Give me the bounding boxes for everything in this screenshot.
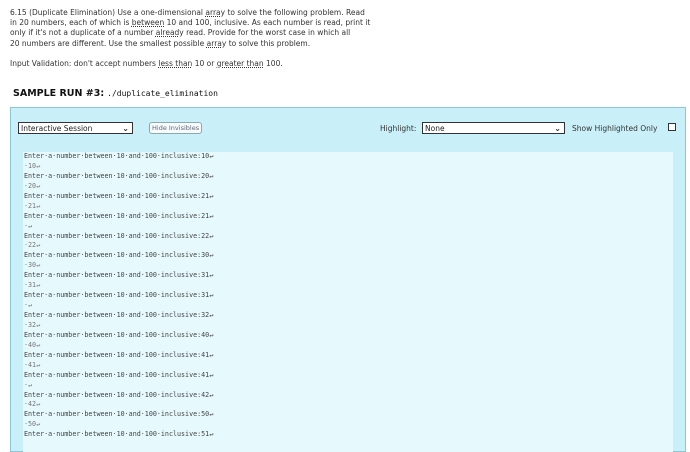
show-highlighted-only-checkbox[interactable]	[668, 123, 676, 131]
sample-run-title: SAMPLE RUN #3:	[13, 88, 105, 99]
problem-line: in 20 numbers, each of which is between …	[10, 18, 410, 28]
highlight-label: Highlight:	[380, 124, 417, 133]
terminal-echo-line: ·41↵	[24, 360, 41, 369]
sample-run-panel: Interactive Session ⌄ Hide Invisibles Hi…	[10, 107, 686, 452]
problem-line: 6.15 (Duplicate Elimination) Use a one-d…	[10, 8, 410, 18]
terminal-prompt-line: Enter·a·number·between·10·and·100·inclus…	[24, 171, 214, 180]
chevron-down-icon: ⌄	[122, 124, 129, 133]
problem-text: read. Provide for the worst case in whic…	[183, 28, 351, 38]
sample-run-toolbar: Interactive Session ⌄ Hide Invisibles Hi…	[11, 108, 685, 152]
validation-text: 10 or	[192, 59, 217, 68]
terminal-echo-line: ·40↵	[24, 340, 41, 349]
terminal-echo-line: ·10↵	[24, 161, 41, 170]
terminal-echo-line: ·↵	[24, 221, 33, 230]
terminal-echo-line: ·31↵	[24, 281, 41, 290]
problem-text: only if it's not a duplicate of a number	[10, 28, 156, 38]
validation-text: 100.	[263, 59, 283, 68]
terminal-echo-line: ·↵	[24, 301, 33, 310]
problem-line: only if it's not a duplicate of a number…	[10, 28, 410, 38]
problem-text: 20 numbers are different. Use the smalle…	[10, 38, 207, 48]
terminal-prompt-line: Enter·a·number·between·10·and·100·inclus…	[24, 291, 214, 300]
terminal-output[interactable]: Enter·a·number·between·10·and·100·inclus…	[23, 152, 673, 452]
terminal-prompt-line: Enter·a·number·between·10·and·100·inclus…	[24, 311, 214, 319]
terminal-prompt-line: Enter·a·number·between·10·and·100·inclus…	[24, 271, 214, 280]
terminal-prompt-line: Enter·a·number·between·10·and·100·inclus…	[24, 430, 214, 439]
problem-text: to solve this problem.	[226, 38, 311, 48]
highlight-select[interactable]: None ⌄	[422, 122, 565, 134]
terminal-prompt-line: Enter·a·number·between·10·and·100·inclus…	[24, 251, 214, 260]
glossary-link-between[interactable]: between	[132, 18, 164, 27]
session-select[interactable]: Interactive Session ⌄	[18, 122, 133, 134]
highlight-select-value: None	[425, 124, 445, 133]
glossary-link-already[interactable]: already	[156, 28, 184, 37]
problem-text: 6.15 (Duplicate Elimination) Use a one-d…	[10, 8, 206, 17]
terminal-prompt-line: Enter·a·number·between·10·and·100·inclus…	[24, 370, 214, 379]
problem-description: 6.15 (Duplicate Elimination) Use a one-d…	[10, 8, 410, 49]
glossary-link-array[interactable]: array	[207, 39, 227, 48]
problem-text: to solve the following problem. Read	[225, 8, 365, 17]
terminal-prompt-line: Enter·a·number·between·10·and·100·inclus…	[24, 191, 214, 200]
terminal-echo-line: ·21↵	[24, 201, 41, 210]
sample-run-heading: SAMPLE RUN #3: ./duplicate_elimination	[13, 88, 218, 99]
problem-text: 10 and 100, inclusive. As each number is…	[164, 18, 371, 28]
session-select-value: Interactive Session	[21, 124, 93, 133]
terminal-echo-line: ·20↵	[24, 181, 41, 190]
terminal-prompt-line: Enter·a·number·between·10·and·100·inclus…	[24, 410, 214, 419]
glossary-link-less-than[interactable]: less than	[158, 59, 192, 68]
terminal-echo-line: ·50↵	[24, 420, 41, 429]
glossary-link-array[interactable]: array	[205, 8, 225, 17]
terminal-prompt-line: Enter·a·number·between·10·and·100·inclus…	[24, 211, 214, 220]
terminal-prompt-line: Enter·a·number·between·10·and·100·inclus…	[24, 350, 214, 359]
terminal-prompt-line: Enter·a·number·between·10·and·100·inclus…	[24, 152, 214, 160]
terminal-prompt-line: Enter·a·number·between·10·and·100·inclus…	[24, 231, 214, 240]
terminal-prompt-line: Enter·a·number·between·10·and·100·inclus…	[24, 330, 214, 339]
terminal-echo-line: ·22↵	[24, 241, 41, 250]
problem-text: in 20 numbers, each of which is	[10, 18, 132, 28]
glossary-link-greater-than[interactable]: greater than	[217, 59, 264, 68]
hide-invisibles-button[interactable]: Hide Invisibles	[149, 122, 203, 134]
terminal-echo-line: ·32↵	[24, 320, 41, 329]
chevron-down-icon: ⌄	[554, 124, 561, 133]
show-highlighted-only-label: Show Highlighted Only	[572, 124, 658, 133]
terminal-prompt-line: Enter·a·number·between·10·and·100·inclus…	[24, 390, 214, 399]
sample-run-command: ./duplicate_elimination	[107, 89, 218, 98]
problem-line: 20 numbers are different. Use the smalle…	[10, 39, 410, 49]
terminal-echo-line: ·42↵	[24, 400, 41, 409]
terminal-echo-line: ·30↵	[24, 261, 41, 270]
input-validation-note: Input Validation: don't accept numbers l…	[10, 59, 283, 69]
terminal-echo-line: ·↵	[24, 380, 33, 389]
validation-text: Input Validation: don't accept numbers	[10, 59, 159, 68]
